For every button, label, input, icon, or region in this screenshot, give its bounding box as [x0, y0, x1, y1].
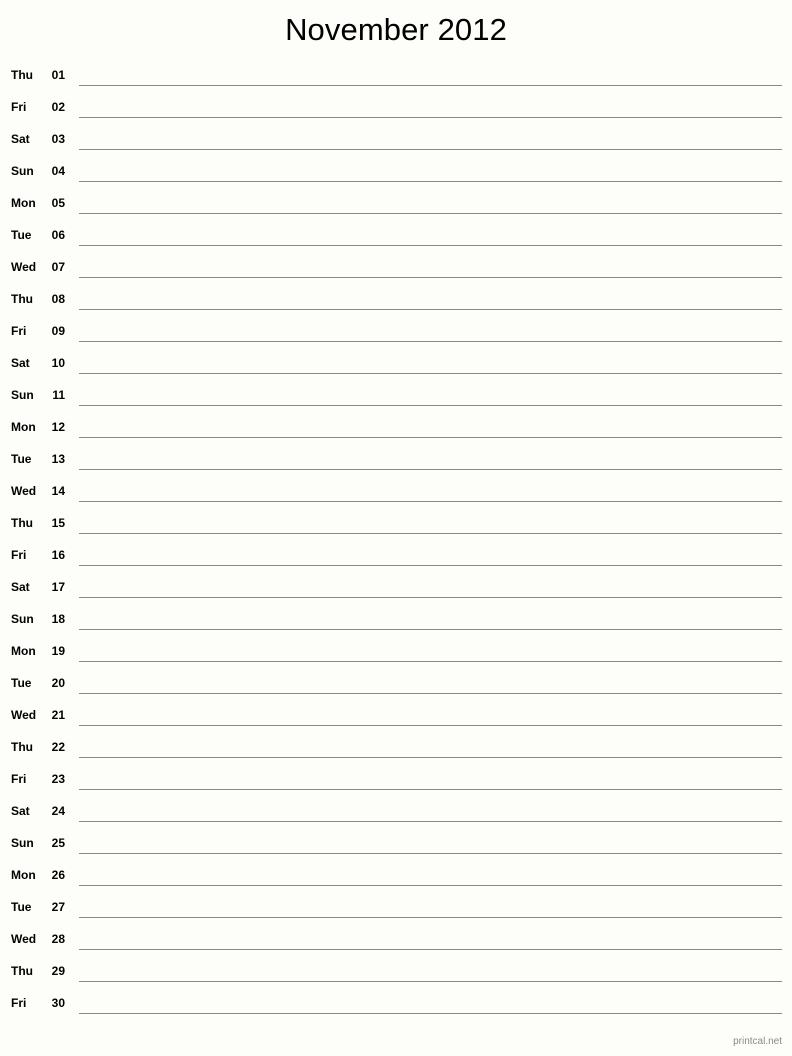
day-number-label: 18 [51, 612, 65, 626]
day-writing-line[interactable] [79, 85, 782, 86]
day-number-label: 29 [51, 964, 65, 978]
day-number-label: 01 [51, 68, 65, 82]
day-row-list: Thu 01 Fri 02 Sat 03 Sun 04 Mon 05 Tue 06 Wed 07 Thu 08… [0, 62, 792, 1022]
day-row[interactable]: Fri 30 [0, 990, 792, 1022]
day-number-label: 17 [51, 580, 65, 594]
day-number-label: 15 [51, 516, 65, 530]
day-row[interactable]: Sat 24 [0, 798, 792, 830]
day-row[interactable]: Sun 25 [0, 830, 792, 862]
day-number-label: 24 [51, 804, 65, 818]
page-title: November 2012 [285, 12, 507, 47]
day-row[interactable]: Thu 08 [0, 286, 792, 318]
day-number-label: 22 [51, 740, 65, 754]
day-number-label: 20 [51, 676, 65, 690]
day-number-label: 28 [51, 932, 65, 946]
day-writing-line[interactable] [79, 757, 782, 758]
day-writing-line[interactable] [79, 533, 782, 534]
day-row[interactable]: Mon 05 [0, 190, 792, 222]
day-writing-line[interactable] [79, 437, 782, 438]
day-row[interactable]: Mon 12 [0, 414, 792, 446]
day-row[interactable]: Tue 06 [0, 222, 792, 254]
day-writing-line[interactable] [79, 341, 782, 342]
day-row[interactable]: Fri 02 [0, 94, 792, 126]
day-number-label: 27 [51, 900, 65, 914]
day-row[interactable]: Sat 03 [0, 126, 792, 158]
day-writing-line[interactable] [79, 853, 782, 854]
day-number-label: 04 [51, 164, 65, 178]
day-row[interactable]: Sun 11 [0, 382, 792, 414]
day-writing-line[interactable] [79, 949, 782, 950]
day-number-label: 12 [51, 420, 65, 434]
day-number-label: 07 [51, 260, 65, 274]
day-number-label: 30 [51, 996, 65, 1010]
day-row[interactable]: Mon 19 [0, 638, 792, 670]
day-writing-line[interactable] [79, 469, 782, 470]
day-row[interactable]: Thu 22 [0, 734, 792, 766]
day-number-label: 13 [51, 452, 65, 466]
day-row[interactable]: Tue 27 [0, 894, 792, 926]
day-row[interactable]: Sat 17 [0, 574, 792, 606]
day-number-label: 09 [51, 324, 65, 338]
day-number-label: 03 [51, 132, 65, 146]
day-number-label: 23 [51, 772, 65, 786]
day-number-label: 14 [51, 484, 65, 498]
day-writing-line[interactable] [79, 693, 782, 694]
day-number-label: 08 [51, 292, 65, 306]
day-number-label: 25 [51, 836, 65, 850]
day-writing-line[interactable] [79, 725, 782, 726]
day-row[interactable]: Sun 18 [0, 606, 792, 638]
day-writing-line[interactable] [79, 981, 782, 982]
day-writing-line[interactable] [79, 309, 782, 310]
day-writing-line[interactable] [79, 789, 782, 790]
day-writing-line[interactable] [79, 629, 782, 630]
day-writing-line[interactable] [79, 1013, 782, 1014]
day-writing-line[interactable] [79, 405, 782, 406]
day-writing-line[interactable] [79, 821, 782, 822]
day-writing-line[interactable] [79, 597, 782, 598]
day-writing-line[interactable] [79, 277, 782, 278]
day-writing-line[interactable] [79, 661, 782, 662]
day-row[interactable]: Sat 10 [0, 350, 792, 382]
day-writing-line[interactable] [79, 149, 782, 150]
day-row[interactable]: Thu 15 [0, 510, 792, 542]
day-row[interactable]: Sun 04 [0, 158, 792, 190]
day-row[interactable]: Thu 29 [0, 958, 792, 990]
day-number-label: 11 [52, 388, 65, 402]
day-writing-line[interactable] [79, 917, 782, 918]
day-row[interactable]: Mon 26 [0, 862, 792, 894]
day-number-label: 21 [51, 708, 65, 722]
day-number-label: 10 [51, 356, 65, 370]
day-writing-line[interactable] [79, 245, 782, 246]
day-row[interactable]: Wed 21 [0, 702, 792, 734]
day-writing-line[interactable] [79, 117, 782, 118]
day-writing-line[interactable] [79, 565, 782, 566]
day-row[interactable]: Wed 07 [0, 254, 792, 286]
day-row[interactable]: Fri 23 [0, 766, 792, 798]
footer-credit: printcal.net [733, 1036, 782, 1047]
day-number-label: 16 [51, 548, 65, 562]
day-writing-line[interactable] [79, 501, 782, 502]
day-writing-line[interactable] [79, 181, 782, 182]
day-row[interactable]: Fri 16 [0, 542, 792, 574]
day-writing-line[interactable] [79, 885, 782, 886]
day-row[interactable]: Tue 20 [0, 670, 792, 702]
day-row[interactable]: Thu 01 [0, 62, 792, 94]
day-writing-line[interactable] [79, 373, 782, 374]
day-row[interactable]: Wed 28 [0, 926, 792, 958]
day-number-label: 02 [51, 100, 65, 114]
day-row[interactable]: Tue 13 [0, 446, 792, 478]
day-number-label: 26 [51, 868, 65, 882]
calendar-page: November 2012 Thu 01 Fri 02 Sat 03 Sun 04 Mon 05 T… [0, 0, 792, 1056]
day-number-label: 06 [51, 228, 65, 242]
day-row[interactable]: Fri 09 [0, 318, 792, 350]
day-writing-line[interactable] [79, 213, 782, 214]
day-number-label: 19 [51, 644, 65, 658]
day-number-label: 05 [51, 196, 65, 210]
day-row[interactable]: Wed 14 [0, 478, 792, 510]
